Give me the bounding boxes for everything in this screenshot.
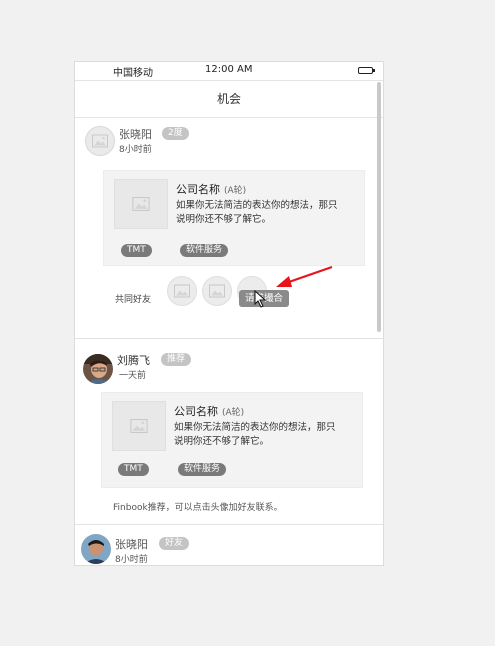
funding-round: (A轮) [222,408,245,418]
user-photo-icon [81,534,111,564]
industry-tag[interactable]: TMT [121,244,152,257]
industry-tag[interactable]: 软件服务 [178,463,227,476]
company-card[interactable]: 公司名称 (A轮) 如果你无法简洁的表达你的想法，那只说明你还不够了解它。 TMT… [103,170,365,266]
company-logo [114,179,168,229]
image-placeholder-icon [209,284,225,298]
avatar[interactable] [83,354,113,384]
annotation-arrow-icon [276,265,333,287]
divider [75,524,383,525]
relation-badge: 2度 [162,127,189,140]
industry-tag[interactable]: 软件服务 [180,244,229,257]
nav-bar: 机会 [75,80,383,118]
mutual-friend-avatar[interactable] [167,276,197,306]
feed-card[interactable]: 张晓阳 好友 8小时前 [75,526,383,565]
company-card[interactable]: 公司名称 (A轮) 如果你无法简洁的表达你的想法，那只说明你还不够了解它。 TMT… [101,392,363,488]
status-bar: 中国移动 12:00 AM [75,62,383,80]
funding-round: (A轮) [224,186,247,196]
carrier-label: 中国移动 [113,68,153,79]
company-name: 公司名称 (A轮) [176,181,246,197]
recommendation-note: Finbook推荐，可以点击头像加好友联系。 [113,503,283,513]
user-photo-icon [83,354,113,384]
feed-card[interactable]: 张晓阳 2度 8小时前 公司名称 (A轮) 如果你无法简洁的表达你的想法，那只说明… [75,118,383,338]
mutual-friends-label: 共同好友 [115,295,152,305]
divider [75,338,383,339]
image-placeholder-icon [132,197,150,211]
image-placeholder-icon [174,284,190,298]
user-name[interactable]: 张晓阳 [119,126,152,142]
company-name: 公司名称 (A轮) [174,403,244,419]
relation-badge: 推荐 [161,353,192,366]
company-name-text: 公司名称 [174,405,218,418]
post-time: 8小时前 [115,555,148,565]
avatar[interactable] [81,534,111,564]
phone-frame: 中国移动 12:00 AM 机会 张晓阳 2度 8小时前 公司名称 (A轮) 如… [74,61,384,566]
user-name[interactable]: 张晓阳 [115,536,148,552]
company-description: 如果你无法简洁的表达你的想法，那只说明你还不够了解它。 [176,200,338,225]
clock: 12:00 AM [205,64,253,75]
image-placeholder-icon [92,134,108,148]
industry-tag[interactable]: TMT [118,463,149,476]
mutual-friend-avatar[interactable] [202,276,232,306]
user-name[interactable]: 刘腾飞 [117,352,150,368]
company-logo [112,401,166,451]
mouse-cursor-icon [254,290,267,308]
battery-icon [358,67,375,74]
post-time: 8小时前 [119,145,152,155]
feed-card[interactable]: 刘腾飞 推荐 一天前 公司名称 (A轮) 如果你无法简洁的表达你的想法，那只说明你… [75,340,383,526]
relation-badge: 好友 [159,537,190,550]
post-time: 一天前 [119,371,147,381]
page-title: 机会 [216,92,241,106]
avatar[interactable] [85,126,115,156]
company-name-text: 公司名称 [176,183,220,196]
company-description: 如果你无法简洁的表达你的想法，那只说明你还不够了解它。 [174,422,336,447]
image-placeholder-icon [130,419,148,433]
